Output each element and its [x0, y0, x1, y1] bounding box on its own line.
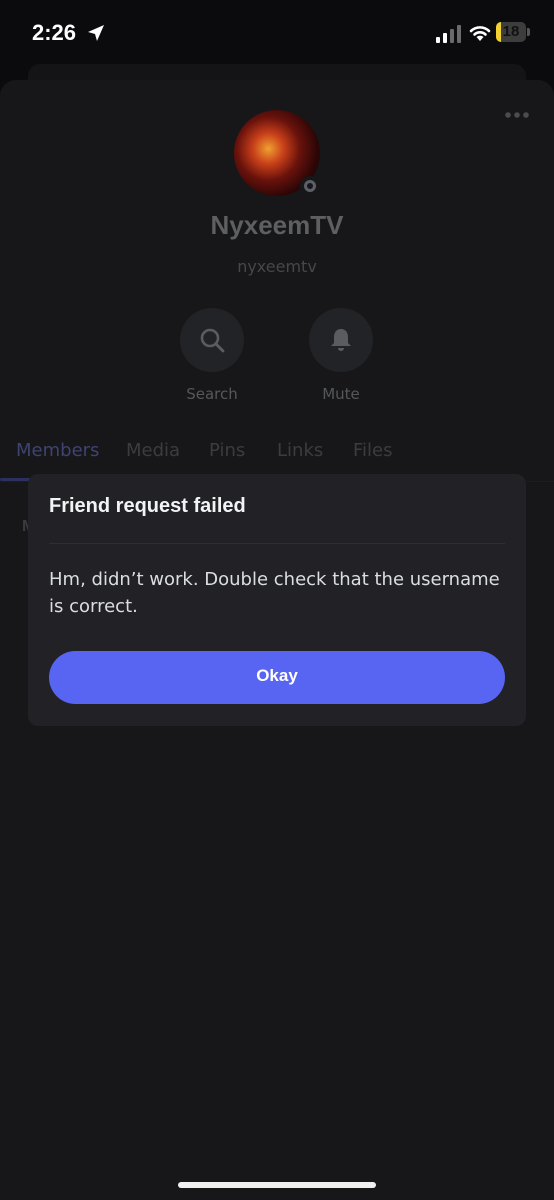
tab-links[interactable]: Links [277, 440, 323, 461]
tab-files[interactable]: Files [353, 440, 393, 461]
tab-media[interactable]: Media [126, 440, 180, 461]
dialog-message: Hm, didn’t work. Double check that the u… [49, 569, 500, 617]
dialog-title: Friend request failed [49, 495, 246, 517]
display-name: NyxeemTV [210, 210, 344, 240]
tab-pins[interactable]: Pins [209, 440, 245, 461]
tab-members[interactable]: Members [16, 440, 99, 461]
location-arrow-icon [88, 25, 104, 41]
battery-tip [527, 28, 530, 36]
home-indicator[interactable] [178, 1182, 376, 1188]
more-dots-icon[interactable] [502, 108, 532, 122]
status-bar: 2:26 18 [0, 0, 554, 66]
okay-button[interactable]: Okay [49, 651, 505, 704]
search-label: Search [186, 385, 238, 403]
mute-button[interactable] [309, 308, 373, 372]
search-button[interactable] [180, 308, 244, 372]
search-icon [200, 328, 225, 353]
error-dialog: Friend request failed Hm, didn’t work. D… [28, 474, 526, 726]
battery-level: 18 [502, 23, 520, 40]
username: nyxeemtv [237, 257, 317, 276]
mute-label: Mute [322, 385, 360, 403]
wifi-icon [469, 26, 491, 41]
bell-icon [331, 329, 351, 351]
status-time: 2:26 [32, 20, 77, 45]
offline-status-icon [300, 176, 320, 196]
okay-button-label: Okay [256, 666, 298, 685]
cellular-signal-icon [436, 25, 461, 43]
battery-indicator: 18 [496, 22, 526, 42]
dialog-divider [49, 543, 505, 544]
